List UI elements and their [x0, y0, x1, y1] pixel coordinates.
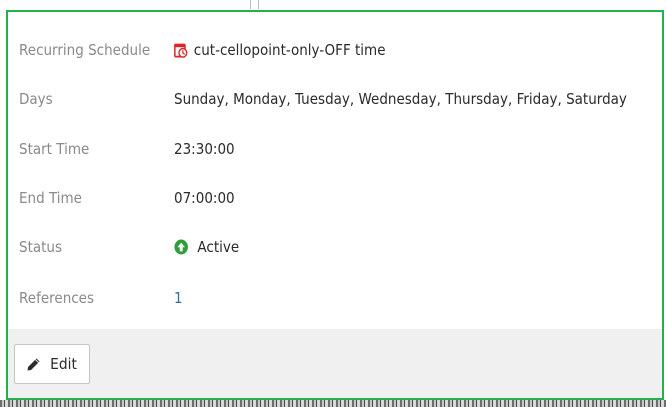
- recurring-schedule-icon: [174, 43, 188, 58]
- row-end-time: End Time 07:00:00: [8, 183, 662, 213]
- status-value: Active: [174, 238, 239, 256]
- edit-button-label: Edit: [50, 355, 77, 373]
- recurring-schedule-label: Recurring Schedule: [19, 41, 151, 59]
- row-references: References 1: [8, 283, 662, 313]
- top-background-strip: [0, 0, 666, 10]
- recurring-schedule-value: cut-cellopoint-only-OFF time: [174, 41, 386, 59]
- background-tick: [250, 0, 251, 9]
- references-count-link[interactable]: 1: [174, 289, 183, 307]
- days-label: Days: [19, 90, 53, 108]
- background-tick: [258, 0, 259, 9]
- days-value: Sunday, Monday, Tuesday, Wednesday, Thur…: [174, 90, 627, 108]
- start-time-value: 23:30:00: [174, 140, 235, 158]
- status-label: Status: [19, 238, 63, 256]
- pencil-icon: [27, 358, 40, 370]
- references-label: References: [19, 289, 95, 307]
- row-start-time: Start Time 23:30:00: [8, 134, 662, 164]
- row-recurring-schedule: Recurring Schedule cut-cellopoint-only-O…: [8, 35, 662, 65]
- tooltip-footer: Edit: [8, 329, 662, 398]
- active-arrow-up-icon: [174, 239, 188, 255]
- end-time-value: 07:00:00: [174, 189, 235, 207]
- end-time-label: End Time: [19, 189, 82, 207]
- schedule-name-text: cut-cellopoint-only-OFF time: [193, 41, 386, 59]
- row-status: Status Active: [8, 232, 662, 262]
- start-time-label: Start Time: [19, 140, 90, 158]
- bottom-background-strip: [0, 400, 666, 407]
- status-text: Active: [197, 238, 240, 256]
- row-days: Days Sunday, Monday, Tuesday, Wednesday,…: [8, 84, 662, 114]
- schedule-details-tooltip: Recurring Schedule cut-cellopoint-only-O…: [6, 10, 664, 400]
- edit-button[interactable]: Edit: [14, 344, 90, 384]
